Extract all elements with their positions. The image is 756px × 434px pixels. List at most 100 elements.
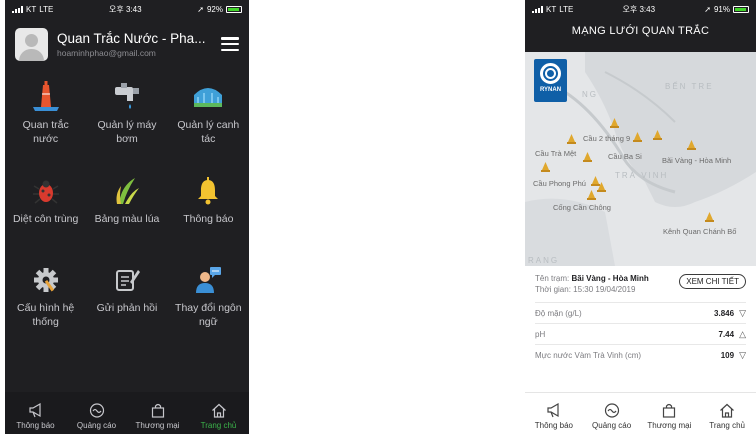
station-pin[interactable]	[687, 140, 696, 150]
view-detail-button[interactable]: XEM CHI TIẾT	[679, 274, 746, 289]
user-name: Quan Trắc Nước - Pha...	[57, 30, 206, 46]
user-header: Quan Trắc Nước - Pha... hoaminhphao@gmai…	[5, 18, 249, 70]
monitoring-network-screen: KT LTE 오후 3:43 ➚ 91% MẠNG LƯỚI QUAN TRẮC…	[525, 0, 756, 434]
shopping-bag-icon	[151, 403, 164, 418]
tab-trang-chu[interactable]: Trang chủ	[698, 393, 756, 434]
tab-thong-bao[interactable]: Thông báo	[5, 392, 66, 434]
greenhouse-icon	[191, 80, 225, 114]
clock: 오후 3:43	[109, 4, 142, 14]
station-pin[interactable]	[705, 212, 714, 222]
home-screen: KT LTE 오후 3:43 ➚ 92% Quan Trắc Nước - Ph…	[5, 0, 249, 434]
station-pin[interactable]	[567, 134, 576, 144]
location-icon: ➚	[704, 4, 711, 14]
station-pin[interactable]	[587, 190, 596, 200]
network-type: LTE	[559, 4, 574, 14]
station-pin[interactable]	[633, 132, 642, 142]
advertising-icon	[604, 403, 619, 418]
trend-up-icon: △	[739, 328, 746, 339]
metric-row: pH 7.44 △	[535, 323, 746, 344]
feedback-icon	[110, 263, 144, 297]
station-name-label: Tên trạm:	[535, 274, 570, 283]
status-bar: KT LTE 오후 3:43 ➚ 91%	[525, 0, 756, 18]
battery-percent: 92%	[206, 4, 223, 14]
metric-value: 7.44	[718, 329, 735, 339]
battery-percent: 91%	[713, 4, 730, 14]
network-type: LTE	[39, 4, 54, 14]
home-icon	[211, 403, 226, 418]
tab-quang-cao[interactable]: Quảng cáo	[66, 392, 127, 434]
map-region: RANG	[528, 256, 560, 265]
tab-thuong-mai[interactable]: Thương mại	[127, 392, 188, 434]
avatar[interactable]	[15, 27, 48, 61]
station-pin[interactable]	[610, 118, 619, 128]
map-region: TRÀ VINH	[615, 171, 669, 180]
bell-icon	[191, 174, 225, 208]
time-value: 15:30 19/04/2019	[573, 285, 636, 294]
tab-thuong-mai[interactable]: Thương mại	[641, 393, 699, 434]
metric-row: Mực nước Vàm Trà Vinh (cm) 109 ▽	[535, 344, 746, 365]
signal-icon	[532, 5, 543, 13]
bottom-tab-bar: Thông báo Quảng cáo Thương mại Trang chủ	[5, 392, 249, 434]
menu-item-diet-con-trung[interactable]: Diệt côn trùng	[5, 174, 86, 263]
menu-item-cau-hinh-he-thong[interactable]: Cấu hình hệ thống	[5, 263, 86, 357]
time-label: Thời gian:	[535, 285, 571, 294]
megaphone-icon	[547, 403, 559, 418]
shopping-bag-icon	[663, 403, 676, 418]
rice-leaf-icon	[110, 174, 144, 208]
station-label: Cầu Trà Mệt	[535, 149, 577, 158]
trend-down-icon: ▽	[739, 349, 746, 360]
menu-item-quan-ly-may-bom[interactable]: Quản lý máy bơm	[86, 80, 167, 174]
menu-item-quan-ly-canh-tac[interactable]: Quản lý canh tác	[168, 80, 249, 174]
station-pin[interactable]	[541, 162, 550, 172]
station-label: Cầu 2 tháng 9	[583, 134, 631, 143]
station-info-panel: Tên trạm: Bãi Vàng - Hòa Minh Thời gian:…	[525, 266, 756, 365]
metric-value: 109	[720, 350, 735, 360]
station-label: Cầu Phong Phú	[533, 179, 586, 188]
tab-thong-bao[interactable]: Thông báo	[525, 393, 583, 434]
clock: 오후 3:43	[622, 4, 656, 14]
station-label: Cống Cần Chông	[553, 203, 611, 212]
station-label: Bãi Vàng - Hòa Minh	[662, 156, 732, 165]
carrier: KT	[26, 4, 37, 14]
water-tap-icon	[110, 80, 144, 114]
tab-quang-cao[interactable]: Quảng cáo	[583, 393, 641, 434]
location-icon: ➚	[197, 4, 204, 14]
station-pin[interactable]	[653, 130, 662, 140]
gear-icon	[29, 263, 63, 297]
menu-item-quan-trac-nuoc[interactable]: Quan trắc nước	[5, 80, 86, 174]
bottom-tab-bar: Thông báo Quảng cáo Thương mại Trang chủ	[525, 392, 756, 434]
map-region: NG	[582, 90, 598, 99]
top-header: KT LTE 오후 3:43 ➚ 91% MẠNG LƯỚI QUAN TRẮC	[525, 0, 756, 52]
station-pin[interactable]	[583, 152, 592, 162]
station-label: Kênh Quan Chánh Bố	[663, 227, 737, 236]
menu-item-bang-mau-lua[interactable]: Bảng màu lúa	[86, 174, 167, 263]
feature-grid: Quan trắc nước Quản lý máy bơm Quản lý c…	[5, 70, 249, 357]
map-region: BẾN TRE	[665, 82, 714, 91]
rynan-logo: RYNAN	[534, 59, 567, 102]
water-tower-icon	[29, 80, 63, 114]
station-map[interactable]: RYNAN NG BẾN TRE TRÀ VINH RANG Cầu 2 thá…	[525, 52, 756, 266]
signal-icon	[12, 5, 23, 13]
hamburger-menu-icon[interactable]	[221, 37, 239, 51]
language-person-icon	[191, 263, 225, 297]
tab-trang-chu[interactable]: Trang chủ	[188, 392, 249, 434]
trend-down-icon: ▽	[739, 307, 746, 318]
menu-item-gui-phan-hoi[interactable]: Gửi phản hồi	[86, 263, 167, 357]
metric-value: 3.846	[714, 308, 735, 318]
megaphone-icon	[28, 403, 41, 418]
metric-row: Độ mặn (g/L) 3.846 ▽	[535, 302, 746, 323]
station-pin[interactable]	[597, 182, 606, 192]
advertising-icon	[89, 403, 104, 418]
station-name: Bãi Vàng - Hòa Minh	[571, 274, 649, 283]
battery-icon	[732, 5, 749, 13]
carrier: KT	[546, 4, 557, 14]
menu-item-thong-bao[interactable]: Thông báo	[168, 174, 249, 263]
user-email: hoaminhphao@gmail.com	[57, 47, 156, 58]
home-icon	[720, 403, 735, 418]
status-bar: KT LTE 오후 3:43 ➚ 92%	[5, 0, 249, 18]
page-title: MẠNG LƯỚI QUAN TRẮC	[571, 25, 710, 37]
bug-icon	[29, 174, 63, 208]
menu-item-thay-doi-ngon-ngu[interactable]: Thay đổi ngôn ngữ	[168, 263, 249, 357]
station-label: Cầu Ba Si	[608, 152, 642, 161]
battery-icon	[225, 5, 242, 13]
